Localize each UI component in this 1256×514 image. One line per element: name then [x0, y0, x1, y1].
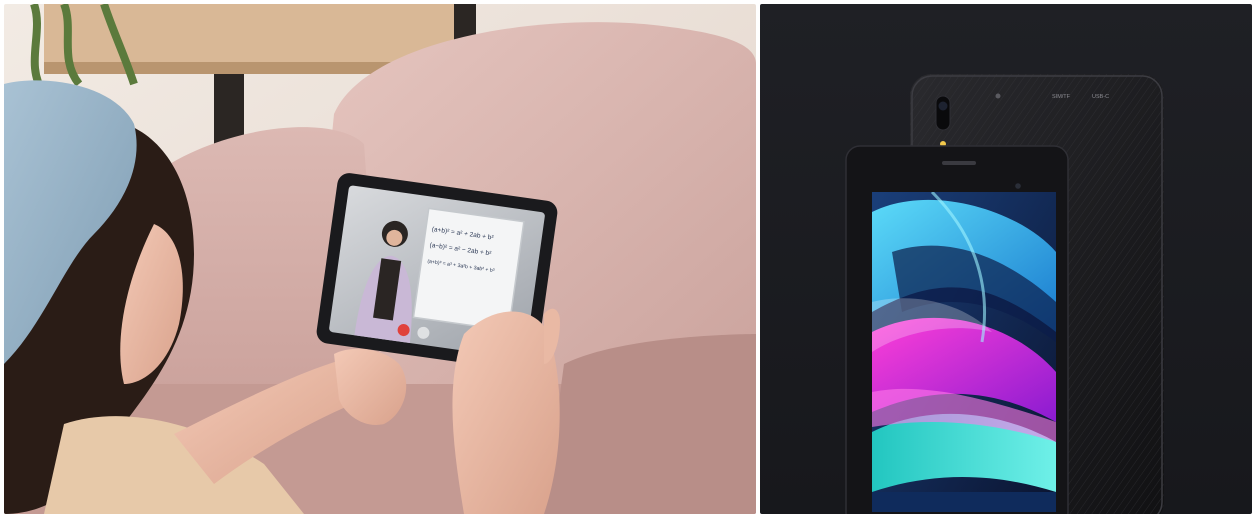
headphone-jack: [995, 93, 1001, 99]
sim-slot-label: SIM/TF: [1052, 94, 1071, 100]
tablet-front-view: [845, 145, 1069, 514]
earpiece-speaker: [942, 161, 976, 165]
front-camera: [1015, 183, 1021, 189]
usb-c-label: USB-C: [1092, 94, 1109, 100]
rear-camera: [935, 95, 951, 131]
product-render: SIM/TF USB-C: [760, 4, 1252, 514]
tablet-screen-wallpaper: [872, 192, 1056, 512]
composite-image: (a+b)² = a² + 2ab + b² (a−b)² = a² − 2ab…: [0, 0, 1256, 514]
lifestyle-illustration: (a+b)² = a² + 2ab + b² (a−b)² = a² − 2ab…: [4, 4, 756, 514]
right-hand: [452, 311, 560, 514]
product-illustration: SIM/TF USB-C: [760, 4, 1252, 514]
lifestyle-photo: (a+b)² = a² + 2ab + b² (a−b)² = a² − 2ab…: [4, 4, 756, 514]
